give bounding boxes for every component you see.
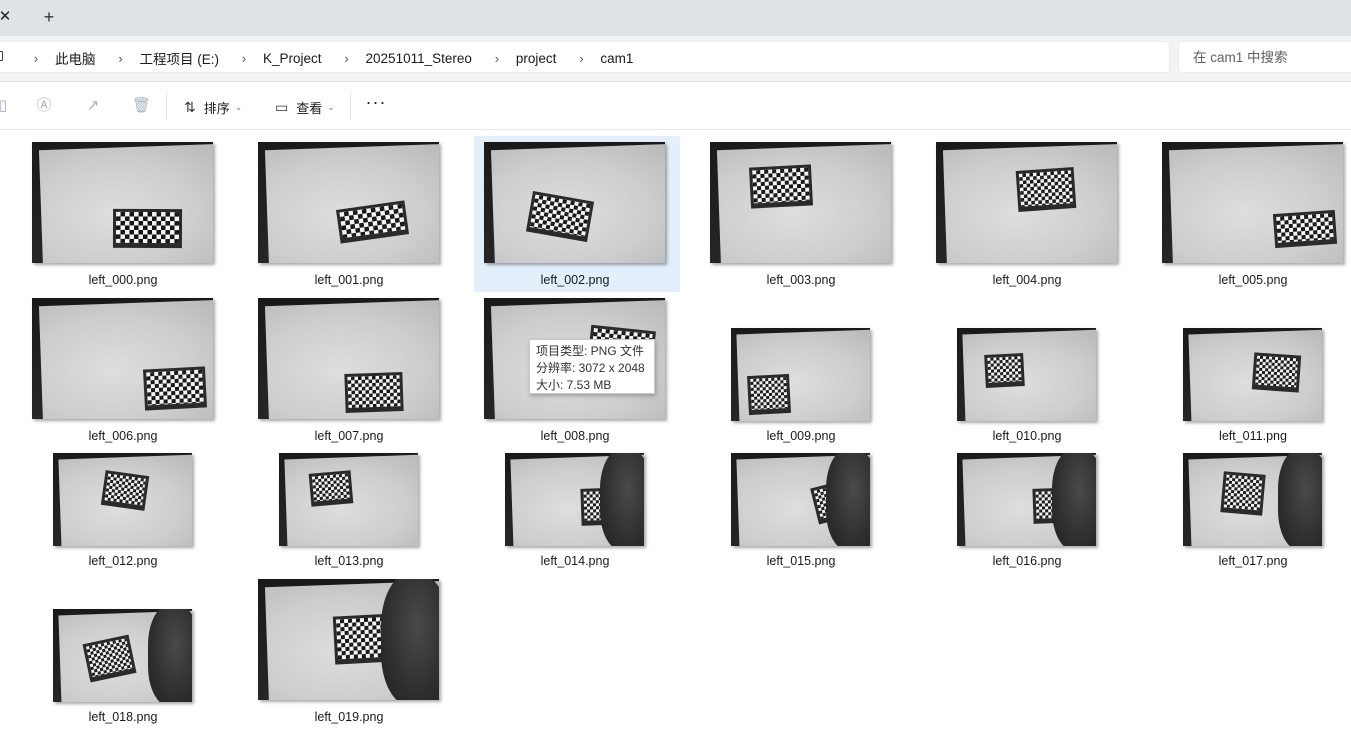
file-thumbnail[interactable] [53, 453, 192, 546]
file-name: left_017.png [1218, 554, 1288, 568]
file-name: left_001.png [314, 273, 384, 287]
view-label: 查看 [296, 100, 323, 116]
chevron-down-icon: ⌄ [234, 101, 243, 112]
file-name: left_009.png [766, 429, 836, 443]
file-name: left_006.png [88, 429, 158, 443]
tooltip-type: 项目类型: PNG 文件 [536, 344, 645, 358]
file-name: left_016.png [992, 554, 1062, 568]
computer-icon [0, 51, 3, 61]
file-thumbnail[interactable] [32, 298, 213, 419]
more-options-button[interactable]: ··· [365, 93, 387, 117]
address-row: › 此电脑 › 工程项目 (E:) › K_Project › 20251011… [0, 36, 1351, 82]
file-name: left_011.png [1219, 429, 1287, 443]
toolbar-divider [166, 93, 167, 120]
tooltip-resolution: 分辨率: 3072 x 2048 [536, 361, 645, 375]
breadcrumb-item-this-pc[interactable]: 此电脑 [55, 48, 96, 68]
address-bar[interactable]: › 此电脑 › 工程项目 (E:) › K_Project › 20251011… [0, 41, 1170, 73]
breadcrumb-separator-icon[interactable]: › [570, 51, 592, 66]
file-thumbnail[interactable] [1183, 328, 1322, 421]
sort-button[interactable]: ⇅ 排序 ⌄ [184, 95, 242, 119]
breadcrumb-item-cam1[interactable]: cam1 [600, 51, 633, 66]
share-icon[interactable]: ↗ [84, 97, 102, 115]
close-tab-icon[interactable]: ✕ [0, 6, 16, 28]
file-thumbnail[interactable] [53, 609, 192, 702]
file-thumbnail[interactable] [484, 142, 665, 263]
file-thumbnail[interactable] [731, 453, 870, 546]
file-name: left_002.png [540, 273, 610, 287]
file-thumbnail[interactable] [1183, 453, 1322, 546]
file-name: left_019.png [314, 710, 384, 724]
file-name: left_007.png [314, 429, 384, 443]
search-input[interactable] [1179, 42, 1349, 72]
search-box[interactable] [1178, 41, 1351, 73]
file-thumbnail[interactable] [279, 453, 418, 546]
delete-icon[interactable]: 🗑 [132, 97, 151, 115]
breadcrumb-separator-icon[interactable]: › [233, 51, 255, 66]
file-name: left_013.png [314, 554, 384, 568]
breadcrumb-item-drive-e[interactable]: 工程项目 (E:) [140, 48, 220, 68]
view-icon: ▭ [275, 98, 289, 115]
breadcrumb-separator-icon[interactable]: › [25, 51, 47, 66]
file-thumbnail[interactable] [258, 142, 439, 263]
file-name: left_004.png [992, 273, 1062, 287]
new-tab-button[interactable]: + [38, 6, 60, 28]
file-name: left_018.png [88, 710, 158, 724]
view-button[interactable]: ▭ 查看 ⌄ [275, 95, 335, 119]
rename-icon[interactable]: Ⓐ [35, 97, 53, 115]
file-name: left_003.png [766, 273, 836, 287]
file-name: left_014.png [540, 554, 610, 568]
tab-strip: ✕ + [0, 0, 1351, 36]
file-name: left_012.png [88, 554, 158, 568]
sort-label: 排序 [203, 100, 230, 116]
toolbar-divider [350, 93, 351, 120]
file-tooltip: 项目类型: PNG 文件 分辨率: 3072 x 2048 大小: 7.53 M… [529, 339, 655, 394]
file-thumbnail[interactable] [936, 142, 1117, 263]
file-thumbnail[interactable] [505, 453, 644, 546]
file-grid: left_000.png left_001.png left_002.png left… [0, 131, 1351, 748]
chevron-down-icon: ⌄ [327, 101, 335, 112]
file-thumbnail[interactable] [258, 579, 439, 700]
file-thumbnail[interactable] [731, 328, 870, 421]
file-name: left_008.png [540, 429, 610, 443]
file-thumbnail[interactable] [1162, 142, 1343, 263]
copy-icon[interactable]: ▯ [0, 97, 12, 115]
breadcrumb-item-stereo[interactable]: 20251011_Stereo [366, 51, 472, 66]
breadcrumb-item-k-project[interactable]: K_Project [263, 51, 322, 66]
breadcrumb: › 此电脑 › 工程项目 (E:) › K_Project › 20251011… [25, 42, 647, 74]
file-name: left_015.png [766, 554, 836, 568]
tooltip-size: 大小: 7.53 MB [536, 378, 612, 392]
file-name: left_010.png [992, 429, 1062, 443]
file-thumbnail[interactable] [957, 453, 1096, 546]
breadcrumb-separator-icon[interactable]: › [486, 51, 508, 66]
command-bar: ▯ Ⓐ ↗ 🗑 ⇅ 排序 ⌄ ▭ 查看 ⌄ ··· [0, 83, 1351, 130]
breadcrumb-item-project[interactable]: project [516, 51, 557, 66]
file-thumbnail[interactable] [258, 298, 439, 419]
breadcrumb-separator-icon[interactable]: › [110, 51, 132, 66]
file-name: left_005.png [1218, 273, 1288, 287]
breadcrumb-separator-icon[interactable]: › [336, 51, 358, 66]
file-name: left_000.png [88, 273, 158, 287]
file-thumbnail[interactable] [957, 328, 1096, 421]
file-thumbnail[interactable] [710, 142, 891, 263]
file-thumbnail[interactable] [32, 142, 213, 263]
sort-icon: ⇅ [184, 98, 196, 115]
